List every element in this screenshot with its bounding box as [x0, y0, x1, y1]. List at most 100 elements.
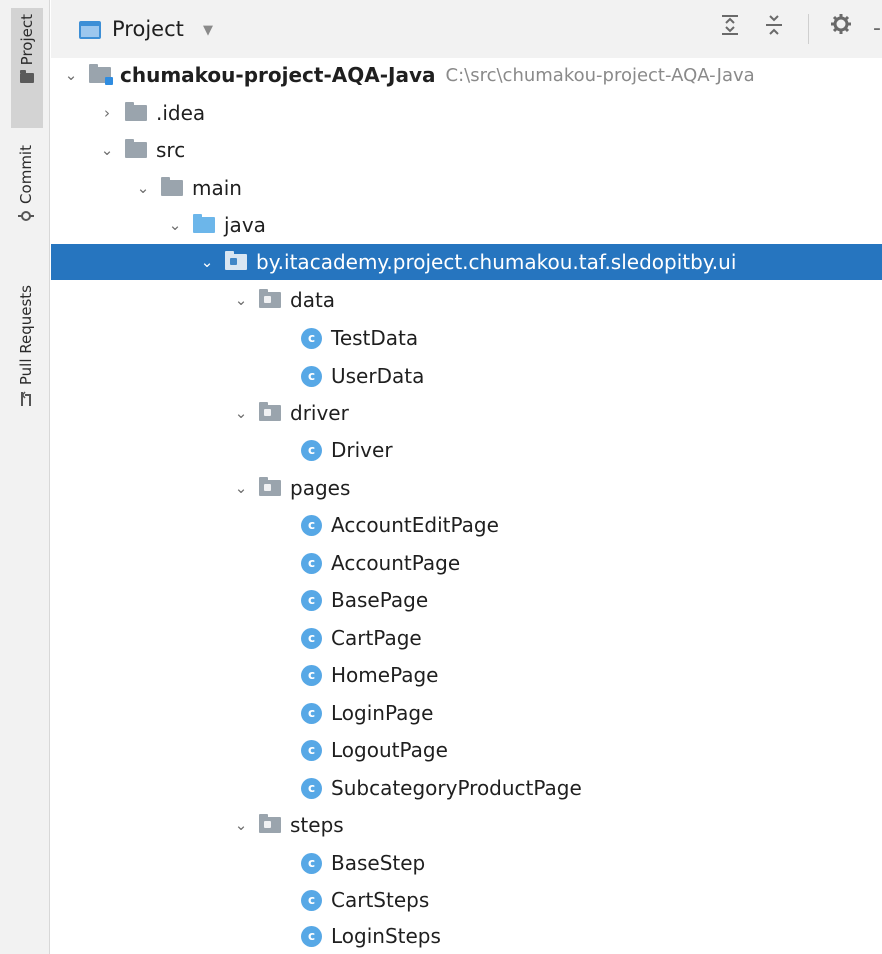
tab-commit[interactable]: Commit — [10, 145, 42, 245]
tree-node-label: chumakou-project-AQA-Java — [120, 63, 436, 87]
project-window-icon — [79, 21, 101, 39]
tree-node-steps[interactable]: ⌄ steps — [51, 807, 882, 843]
folder-icon — [125, 102, 147, 121]
tree-node-cartpage[interactable]: c CartPage — [51, 620, 882, 656]
class-icon: c — [301, 439, 322, 461]
tree-node-label: BaseStep — [331, 851, 426, 875]
tree-node-subcategoryproductpage[interactable]: c SubcategoryProductPage — [51, 770, 882, 806]
chevron-down-icon[interactable]: ⌄ — [231, 816, 251, 834]
tree-node-main[interactable]: ⌄ main — [51, 170, 882, 206]
module-folder-icon — [89, 64, 113, 85]
tree-node-cartsteps[interactable]: c CartSteps — [51, 882, 882, 918]
tree-node-label: TestData — [331, 326, 419, 350]
commit-icon — [18, 210, 34, 225]
class-icon: c — [301, 327, 322, 349]
class-icon: c — [301, 777, 322, 799]
tree-node-label: AccountPage — [331, 551, 461, 575]
tree-node-userdata[interactable]: c UserData — [51, 358, 882, 394]
tree-node-label: LogoutPage — [331, 738, 448, 762]
tree-node-homepage[interactable]: c HomePage — [51, 657, 882, 693]
chevron-down-icon[interactable]: ▼ — [203, 23, 213, 38]
tree-node-label: by.itacademy.project.chumakou.taf.sledop… — [256, 250, 737, 274]
folder-icon — [161, 177, 183, 196]
tree-node-pages[interactable]: ⌄ pages — [51, 470, 882, 506]
class-icon: c — [301, 627, 322, 649]
collapse-all-icon[interactable] — [765, 14, 783, 41]
tree-node-label: BasePage — [331, 588, 429, 612]
source-folder-icon — [193, 214, 215, 233]
class-icon: c — [301, 552, 322, 574]
chevron-right-icon[interactable]: › — [97, 104, 117, 122]
tree-node-package-selected[interactable]: ⌄ by.itacademy.project.chumakou.taf.sled… — [51, 244, 882, 280]
tree-node-label: src — [156, 138, 186, 162]
tree-node-loginsteps[interactable]: c LoginSteps — [51, 918, 882, 954]
package-icon — [259, 814, 281, 833]
chevron-down-icon[interactable]: ⌄ — [231, 479, 251, 497]
project-path: C:\src\chumakou-project-AQA-Java — [445, 64, 755, 86]
tree-node-label: driver — [290, 401, 349, 425]
class-icon: c — [301, 365, 322, 387]
tree-node-testdata[interactable]: c TestData — [51, 320, 882, 356]
tree-node-driver-package[interactable]: ⌄ driver — [51, 395, 882, 431]
package-icon — [225, 251, 247, 270]
class-icon: c — [301, 702, 322, 724]
chevron-down-icon[interactable]: ⌄ — [197, 253, 217, 271]
project-header: Project ▼ - — [51, 0, 882, 58]
class-icon: c — [301, 852, 322, 874]
tree-node-java[interactable]: ⌄ java — [51, 207, 882, 243]
tab-project-label: Project — [18, 14, 36, 66]
hide-icon[interactable]: - — [873, 18, 881, 40]
gear-icon[interactable] — [831, 14, 851, 39]
class-icon: c — [301, 889, 322, 911]
chevron-down-icon[interactable]: ⌄ — [231, 291, 251, 309]
chevron-down-icon[interactable]: ⌄ — [165, 216, 185, 234]
class-icon: c — [301, 739, 322, 761]
tree-node-label: LoginSteps — [331, 924, 441, 948]
class-icon: c — [301, 925, 322, 947]
chevron-down-icon[interactable]: ⌄ — [61, 66, 81, 84]
tree-node-driver-class[interactable]: c Driver — [51, 432, 882, 468]
tab-pull-requests[interactable]: Pull Requests — [10, 285, 42, 435]
package-icon — [259, 477, 281, 496]
expand-all-icon[interactable] — [721, 14, 739, 41]
tree-node-label: java — [224, 213, 266, 237]
class-icon: c — [301, 514, 322, 536]
chevron-down-icon[interactable]: ⌄ — [231, 404, 251, 422]
tree-node-basepage[interactable]: c BasePage — [51, 582, 882, 618]
tree-node-src[interactable]: ⌄ src — [51, 132, 882, 168]
tree-node-label: HomePage — [331, 663, 439, 687]
tree-node-basestep[interactable]: c BaseStep — [51, 845, 882, 881]
tab-pull-requests-label: Pull Requests — [17, 285, 35, 386]
tree-node-label: SubcategoryProductPage — [331, 776, 582, 800]
tree-node-idea[interactable]: › .idea — [51, 95, 882, 131]
chevron-down-icon[interactable]: ⌄ — [133, 179, 153, 197]
tool-window-strip: Project Commit Pull Requests — [0, 0, 50, 954]
chevron-down-icon[interactable]: ⌄ — [97, 141, 117, 159]
tree-node-accountpage[interactable]: c AccountPage — [51, 545, 882, 581]
tab-commit-label: Commit — [17, 145, 35, 204]
package-icon — [259, 289, 281, 308]
tree-node-label: .idea — [156, 101, 206, 125]
tree-node-label: pages — [290, 476, 351, 500]
folder-icon — [20, 70, 34, 84]
tree-node-label: LoginPage — [331, 701, 434, 725]
toolbar-separator — [808, 14, 809, 44]
tree-node-logoutpage[interactable]: c LogoutPage — [51, 732, 882, 768]
tree-node-root[interactable]: ⌄ chumakou-project-AQA-Java C:\src\chuma… — [51, 57, 882, 93]
folder-icon — [125, 139, 147, 158]
tree-node-label: AccountEditPage — [331, 513, 499, 537]
tab-project[interactable]: Project — [11, 8, 43, 128]
tree-node-label: CartPage — [331, 626, 422, 650]
class-icon: c — [301, 664, 322, 686]
package-icon — [259, 402, 281, 421]
tree-node-label: data — [290, 288, 336, 312]
tree-node-label: UserData — [331, 364, 425, 388]
tree-node-loginpage[interactable]: c LoginPage — [51, 695, 882, 731]
tree-node-label: main — [192, 176, 242, 200]
tree-node-label: Driver — [331, 438, 393, 462]
tree-node-accounteditpage[interactable]: c AccountEditPage — [51, 507, 882, 543]
tree-node-data[interactable]: ⌄ data — [51, 282, 882, 318]
project-view-title[interactable]: Project — [112, 17, 184, 41]
tree-node-label: steps — [290, 813, 344, 837]
pull-request-icon — [19, 391, 33, 410]
